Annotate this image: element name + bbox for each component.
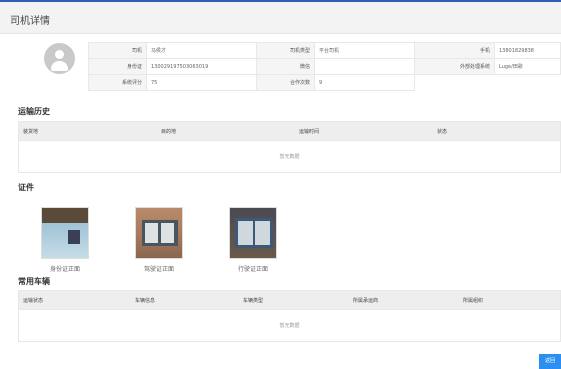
external-system-value: Luge/田歌 <box>494 58 561 75</box>
avatar <box>44 43 75 74</box>
vehicle-license-photo[interactable] <box>229 207 277 259</box>
empty-state: 暂无数据 <box>19 309 560 341</box>
column-header[interactable]: 车辆信息 <box>135 297 155 304</box>
driver-info-table: 司机 马侯才 司机类型 平台司机 手机 13801829838 身份证 1300… <box>88 42 561 91</box>
phone-value: 13801829838 <box>494 42 561 59</box>
field-label: 微信 <box>256 58 315 75</box>
field-label: 合作次数 <box>256 74 315 91</box>
system-score-value: 75 <box>146 74 257 91</box>
table-header: 装货地 目的地 运输时间 状态 <box>19 122 560 140</box>
field-label: 司机类型 <box>256 42 315 59</box>
transport-history-title: 运输历史 <box>18 107 50 116</box>
vehicles-table: 运输状态 车辆信息 车辆类型 所属承运商 所属组织 暂无数据 <box>18 290 561 342</box>
empty-state: 暂无数据 <box>19 140 560 172</box>
table-header: 运输状态 车辆信息 车辆类型 所属承运商 所属组织 <box>19 291 560 309</box>
id-card-value: 130029197503063019 <box>146 58 257 75</box>
field-label: 手机 <box>414 42 495 59</box>
column-header[interactable]: 所属承运商 <box>353 297 378 304</box>
id-card-photo[interactable] <box>41 207 89 259</box>
field-label: 身份证 <box>88 58 147 75</box>
driver-license-photo[interactable] <box>135 207 183 259</box>
column-header[interactable]: 所属组织 <box>463 297 483 304</box>
document-caption: 身份证正面 <box>49 266 80 273</box>
column-header[interactable]: 运输状态 <box>23 297 43 304</box>
vehicles-title: 常用车辆 <box>18 277 50 286</box>
field-label: 外部处理系统 <box>414 58 495 75</box>
column-header[interactable]: 装货地 <box>23 128 38 135</box>
column-header[interactable]: 车辆类型 <box>243 297 263 304</box>
user-icon <box>55 50 64 59</box>
document-caption: 行驶证正面 <box>237 266 268 273</box>
documents-title: 证件 <box>18 183 34 192</box>
column-header[interactable]: 目的地 <box>161 128 176 135</box>
driver-type-value: 平台司机 <box>314 42 415 59</box>
transport-history-table: 装货地 目的地 运输时间 状态 暂无数据 <box>18 121 561 173</box>
column-header[interactable]: 运输时间 <box>299 128 319 135</box>
column-header[interactable]: 状态 <box>437 128 447 135</box>
page-header: 司机详情 <box>0 2 561 34</box>
cooperation-count-value: 9 <box>314 74 415 91</box>
back-button[interactable]: 返回 <box>539 354 561 369</box>
field-label: 系统评分 <box>88 74 147 91</box>
driver-name-value: 马侯才 <box>146 42 257 59</box>
field-label: 司机 <box>88 42 147 59</box>
wechat-value <box>314 58 415 75</box>
page-title: 司机详情 <box>10 16 50 27</box>
document-caption: 驾驶证正面 <box>143 266 174 273</box>
